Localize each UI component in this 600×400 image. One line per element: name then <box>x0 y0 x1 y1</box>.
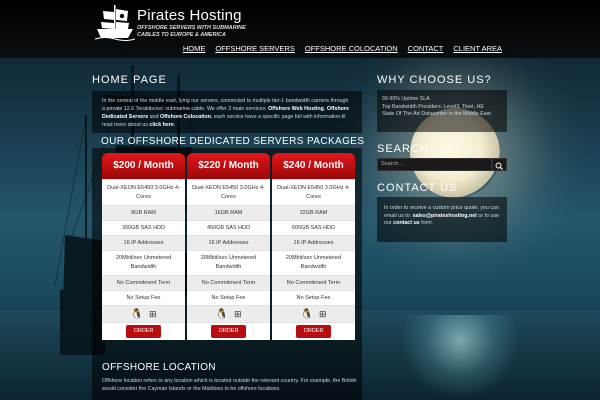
nav-offshore-colocation[interactable]: OFFSHORE COLOCATION <box>305 44 398 53</box>
intro-separator-2: and <box>148 114 161 120</box>
plan-price: $240 / Month <box>272 153 355 179</box>
windows-icon: ⊞ <box>148 308 157 319</box>
home-heading: HOME PAGE <box>92 74 167 86</box>
contact-text-3: form. <box>419 220 434 226</box>
plan-os-icons: 🐧 ⊞ <box>272 305 355 322</box>
linux-icon: 🐧 <box>300 308 313 320</box>
plan-ips: 16 IP Addresses <box>187 235 270 250</box>
plan-term: No Commitment Term <box>272 275 355 290</box>
search-icon <box>495 162 503 170</box>
search-input[interactable]: Search... <box>377 158 492 171</box>
plan-ram: 8GB RAM <box>102 205 185 220</box>
site-title[interactable]: Pirates Hosting <box>137 7 242 24</box>
contact-panel: In order to receive a custom price quote… <box>377 197 507 242</box>
moon-reflection <box>400 315 520 400</box>
nav-client-area[interactable]: CLIENT AREA <box>453 44 502 53</box>
windows-icon: ⊞ <box>233 308 242 319</box>
plan-os-icons: 🐧 ⊞ <box>187 305 270 322</box>
plan-bandwidth: 20Mbit/sec Unmetered Bandwidth <box>187 250 270 275</box>
plan-cpu: Dual-XEON E5450 3.0GHz 4-Cores <box>272 179 355 205</box>
linux-icon: 🐧 <box>215 308 228 320</box>
plan-price: $220 / Month <box>187 153 270 179</box>
contact-heading: CONTACT US <box>377 182 458 194</box>
plan-setup: No Setup Fee <box>102 290 185 305</box>
main-nav: HOME OFFSHORE SERVERS OFFSHORE COLOCATIO… <box>183 44 502 53</box>
plan-order-row: ORDER <box>187 322 270 340</box>
plan-ram: 32GB RAM <box>272 205 355 220</box>
order-button[interactable]: ORDER <box>125 325 162 338</box>
plan-bandwidth: 20Mbit/sec Unmetered Bandwidth <box>102 250 185 275</box>
why-panel: 99.99% Uptime SLA Top Bandwidth Provider… <box>377 90 507 132</box>
search-button[interactable] <box>492 158 507 171</box>
plan-order-row: ORDER <box>102 322 185 340</box>
plan-ips: 16 IP Addresses <box>102 235 185 250</box>
packages-heading: OUR OFFSHORE DEDICATED SERVERS PACKAGES <box>101 136 365 147</box>
plan-setup: No Setup Fee <box>272 290 355 305</box>
pirate-ship-logo-icon[interactable] <box>94 3 136 41</box>
link-offshore-web-hosting[interactable]: Offshore Web Hosting <box>268 106 324 112</box>
location-panel: OFFSHORE LOCATION Offshore location refe… <box>92 356 362 400</box>
nav-home[interactable]: HOME <box>183 44 206 53</box>
why-line-2: Top Bandwidth Providers: Level3, Tinet, … <box>382 103 484 110</box>
plan-setup: No Setup Fee <box>187 290 270 305</box>
plan-bandwidth: 20Mbit/sec Unmetered Bandwidth <box>272 250 355 275</box>
plan-ips: 16 IP Addresses <box>272 235 355 250</box>
location-heading: OFFSHORE LOCATION <box>102 362 216 373</box>
home-intro-panel: In the central of the middle east, lying… <box>92 91 362 133</box>
order-button[interactable]: ORDER <box>210 325 247 338</box>
site-tagline: Offshore servers with submarine cables t… <box>137 25 246 38</box>
nav-contact[interactable]: CONTACT <box>408 44 444 53</box>
search-heading: SEARCH <box>377 143 429 155</box>
plan-order-row: ORDER <box>272 322 355 340</box>
location-text: Offshore location refers to any location… <box>102 378 357 392</box>
plan-price: $200 / Month <box>102 153 185 179</box>
plan-os-icons: 🐧 ⊞ <box>102 305 185 322</box>
windows-icon: ⊞ <box>318 308 327 319</box>
plan-term: No Commitment Term <box>102 275 185 290</box>
why-line-1: 99.99% Uptime SLA <box>382 96 430 102</box>
plan-disk: 450GB SAS HDD <box>187 220 270 235</box>
nav-offshore-servers[interactable]: OFFSHORE SERVERS <box>215 44 294 53</box>
contact-us-link[interactable]: contact us <box>393 220 420 226</box>
plan-ram: 16GB RAM <box>187 205 270 220</box>
contact-email-link[interactable]: sales@pirateshosting.net <box>413 213 477 219</box>
plan-cpu: Dual-XEON E5450 3.0GHz 4-Cores <box>187 179 270 205</box>
order-button[interactable]: ORDER <box>295 325 332 338</box>
why-heading: WHY CHOOSE US? <box>377 74 492 86</box>
plan-disk: 300GB SAS HDD <box>102 220 185 235</box>
click-here-link[interactable]: click here <box>149 122 173 128</box>
linux-icon: 🐧 <box>130 308 143 320</box>
plan-card-3: $240 / Month Dual-XEON E5450 3.0GHz 4-Co… <box>272 153 355 340</box>
plan-cpu: Dual-XEON E5450 3.0GHz 4-Cores <box>102 179 185 205</box>
link-offshore-colocation[interactable]: Offshore Colocation <box>160 114 211 120</box>
plan-card-2: $220 / Month Dual-XEON E5450 3.0GHz 4-Co… <box>187 153 270 340</box>
plan-term: No Commitment Term <box>187 275 270 290</box>
why-line-3: State Of The Art Datacenter in the Middl… <box>382 111 491 117</box>
plan-disk: 600GB SAS HDD <box>272 220 355 235</box>
plan-card-1: $200 / Month Dual-XEON E5450 3.0GHz 4-Co… <box>102 153 185 340</box>
